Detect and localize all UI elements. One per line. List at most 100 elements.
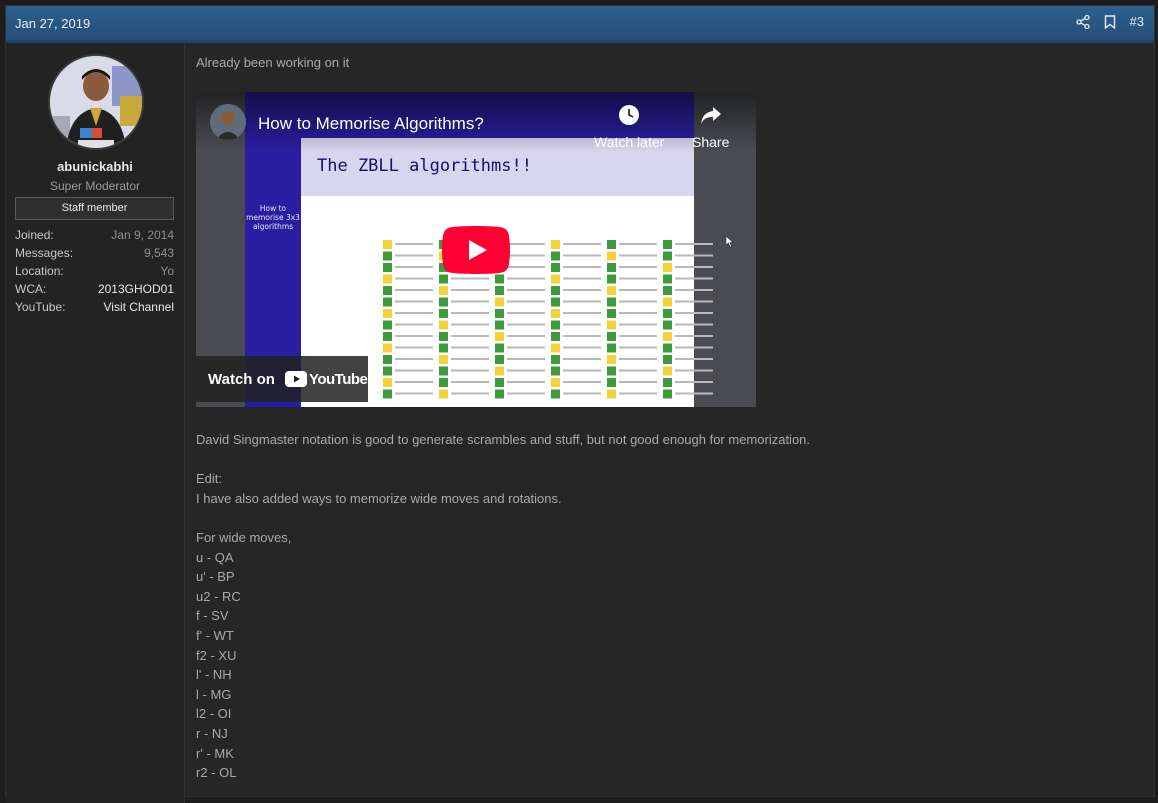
share-video-button[interactable]: Share: [692, 104, 729, 150]
message-line: Edit:: [196, 471, 223, 487]
message-line: I have also added ways to memorize wide …: [196, 490, 562, 506]
cube-case-icon: [551, 240, 560, 249]
cube-case-icon: [663, 274, 672, 284]
message-line: l - MG: [196, 686, 232, 702]
cube-case-icon: [551, 297, 560, 307]
cube-case-icon: [383, 320, 392, 330]
youtube-embed[interactable]: The ZBLL algorithms!! How to memorise 3x…: [196, 92, 756, 407]
cube-case-icon: [383, 274, 392, 284]
cube-case-icon: [495, 320, 504, 330]
username[interactable]: abunickabhi: [6, 159, 184, 174]
cube-case-icon: [439, 389, 448, 399]
play-icon[interactable]: [442, 226, 510, 274]
cube-case-icon: [383, 378, 392, 387]
cube-case-icon: [439, 366, 448, 376]
algorithm-text: [563, 335, 601, 337]
algorithm-text: [507, 358, 545, 360]
cube-case-icon: [439, 274, 448, 284]
watch-on-label: Watch on: [208, 370, 275, 388]
stat-label: Joined:: [15, 228, 54, 242]
algorithm-text: [395, 243, 433, 245]
bookmark-icon[interactable]: [1104, 14, 1116, 29]
post-date-link[interactable]: Jan 27, 2019: [15, 16, 90, 31]
algorithm-text: [619, 346, 657, 349]
share-icon[interactable]: [1075, 14, 1090, 29]
youtube-play-icon: [284, 371, 307, 387]
algorithm-text: [507, 277, 545, 280]
algorithm-text: [451, 358, 489, 360]
cube-case-icon: [551, 355, 560, 364]
clock-icon: [619, 105, 640, 125]
stat-messages: Messages: 9,543: [15, 244, 174, 262]
algorithm-text: [563, 243, 601, 245]
user-title: Super Moderator: [49, 179, 141, 193]
cube-case-icon: [607, 297, 616, 307]
algorithm-text: [451, 323, 489, 326]
location-link[interactable]: Yo: [160, 262, 174, 280]
cube-case-icon: [663, 366, 672, 376]
watch-on-youtube-button[interactable]: Watch on YouTube: [196, 356, 368, 402]
algorithm-text: [619, 358, 657, 360]
video-title[interactable]: How to Memorise Algorithms?: [258, 114, 484, 134]
message-line: r' - MK: [196, 745, 234, 761]
cube-case-icon: [495, 332, 504, 341]
message-line: [196, 508, 1146, 528]
cube-case-icon: [439, 320, 448, 330]
cube-case-icon: [607, 309, 616, 318]
cube-case-icon: [495, 343, 504, 353]
stat-location: Location: Yo: [15, 262, 174, 280]
message-line: l' - NH: [196, 667, 232, 683]
cube-case-icon: [663, 332, 672, 341]
cube-case-icon: [551, 309, 560, 318]
cube-case-icon: [383, 355, 392, 364]
message-line: For wide moves,: [196, 529, 292, 545]
cube-case-icon: [663, 389, 672, 399]
user-info-panel: abunickabhi Super Moderator Staff member…: [6, 43, 185, 803]
algorithm-text: [563, 312, 601, 314]
slide-heading: The ZBLL algorithms!!: [311, 154, 538, 178]
message-line: Already been working on it: [196, 55, 350, 70]
algorithm-text: [675, 254, 713, 257]
cube-case-icon: [663, 240, 672, 249]
algorithm-text: [675, 369, 713, 372]
stat-label: WCA:: [15, 282, 47, 296]
algorithm-text: [675, 312, 713, 314]
stat-youtube: YouTube: Visit Channel: [15, 298, 174, 316]
algorithm-text: [507, 335, 545, 337]
watch-later-button[interactable]: Watch later: [594, 104, 664, 150]
cube-case-icon: [551, 320, 560, 330]
algorithm-text: [507, 323, 545, 326]
post-number-link[interactable]: #3: [1130, 14, 1144, 29]
algorithm-text: [619, 369, 657, 372]
cube-case-icon: [663, 320, 672, 330]
youtube-wordmark: YouTube: [308, 370, 368, 388]
algorithm-text: [395, 312, 433, 314]
algorithm-text: [507, 266, 545, 268]
algorithm-text: [675, 346, 713, 349]
algorithm-text: [619, 277, 657, 280]
algorithm-text: [619, 266, 657, 268]
algorithm-text: [451, 381, 489, 383]
visit-channel-link[interactable]: Visit Channel: [104, 298, 175, 316]
algorithm-text: [675, 335, 713, 337]
channel-avatar[interactable]: [210, 104, 246, 140]
user-stats: Joined: Jan 9, 2014 Messages: 9,543 Loca…: [15, 226, 174, 316]
cube-case-icon: [439, 378, 448, 387]
avatar[interactable]: [48, 54, 144, 150]
cube-case-icon: [383, 343, 392, 353]
algorithm-text: [563, 289, 601, 291]
stat-label: YouTube:: [15, 300, 66, 314]
cube-case-icon: [551, 263, 560, 272]
algorithm-text: [675, 266, 713, 268]
message-line: u2 - RC: [196, 588, 241, 604]
message-line: r2 - OL: [196, 765, 237, 781]
cube-case-icon: [495, 378, 504, 387]
algorithm-text: [619, 392, 657, 395]
algorithm-text: [619, 381, 657, 383]
algorithm-text: [675, 323, 713, 326]
cube-case-icon: [551, 286, 560, 295]
stat-value: 9,543: [143, 246, 174, 260]
algorithm-text: [619, 312, 657, 314]
cube-case-icon: [439, 332, 448, 341]
cube-case-icon: [439, 343, 448, 353]
